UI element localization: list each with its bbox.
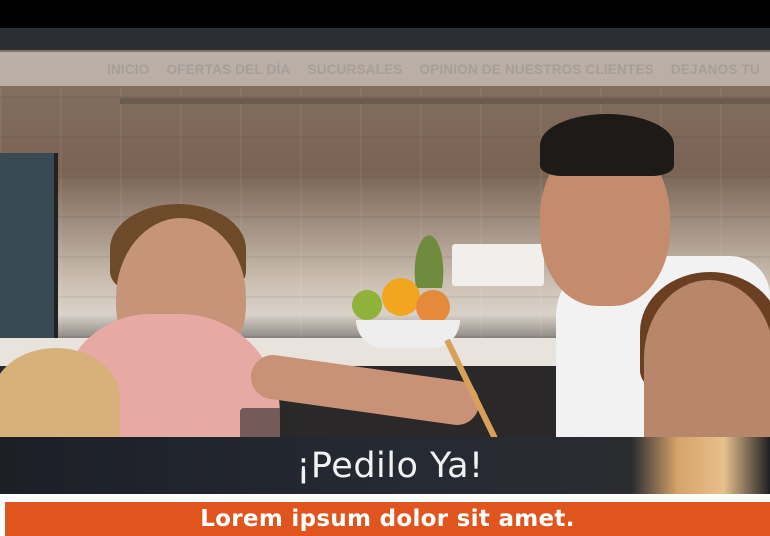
drinking-glass bbox=[240, 408, 292, 437]
main-navigation: INICIO OFERTAS DEL DÍA SUCURSALES OPINIO… bbox=[0, 52, 770, 86]
wall-outlet bbox=[452, 244, 544, 286]
man-hair bbox=[540, 114, 674, 176]
nav-item-ofertas[interactable]: OFERTAS DEL DÍA bbox=[166, 62, 290, 77]
nav-item-sucursales[interactable]: SUCURSALES bbox=[307, 62, 402, 77]
promo-bar: Lorem ipsum dolor sit amet. bbox=[5, 502, 770, 536]
girl-face bbox=[644, 280, 770, 437]
plant bbox=[404, 208, 454, 288]
fruit-bowl bbox=[356, 320, 460, 348]
banner-title: ¡Pedilo Ya! bbox=[296, 446, 484, 486]
promo-text: Lorem ipsum dolor sit amet. bbox=[200, 506, 575, 532]
nav-item-dejanos[interactable]: DEJANOS TU bbox=[671, 62, 760, 77]
nav-item-inicio[interactable]: INICIO bbox=[107, 62, 149, 77]
kitchen-rail bbox=[120, 98, 770, 104]
fruit-peach bbox=[416, 290, 450, 324]
hero-image bbox=[0, 28, 770, 437]
fruit-orange bbox=[382, 278, 420, 316]
refrigerator bbox=[0, 153, 58, 363]
top-black-strip bbox=[0, 0, 770, 28]
nav-menu: INICIO OFERTAS DEL DÍA SUCURSALES OPINIO… bbox=[107, 62, 760, 77]
order-banner: ¡Pedilo Ya! bbox=[0, 437, 770, 494]
fruit-apple bbox=[352, 290, 382, 320]
spacer bbox=[0, 494, 770, 502]
nav-item-opiniones[interactable]: OPINION DE NUESTROS CLIENTES bbox=[419, 62, 653, 77]
